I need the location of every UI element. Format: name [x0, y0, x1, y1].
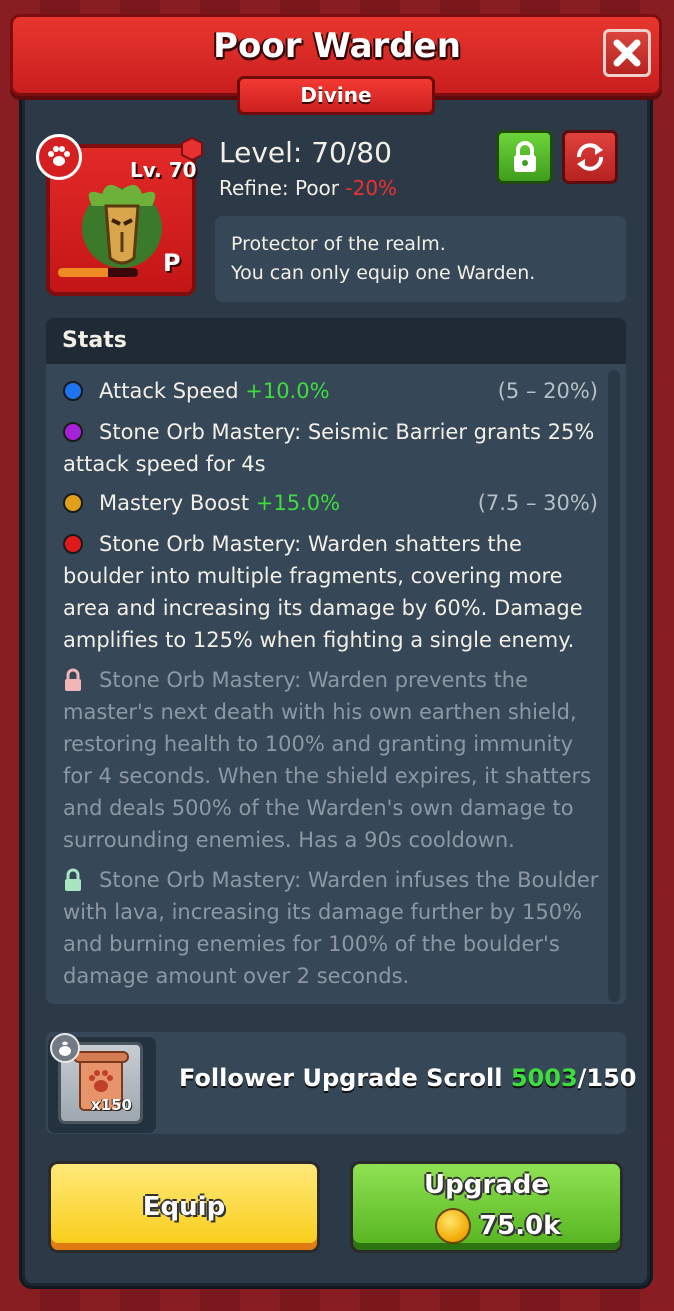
page-title: Poor Warden — [213, 26, 461, 66]
stat-label: Attack Speed — [99, 379, 239, 403]
equip-button[interactable]: Equip — [48, 1161, 320, 1253]
reroll-button[interactable] — [562, 130, 618, 184]
refine-value: -20% — [345, 176, 398, 200]
description-line: Protector of the realm. — [231, 233, 446, 255]
description-line: You can only equip one Warden. — [231, 262, 536, 284]
portrait-level: Lv. 70 — [130, 158, 197, 182]
warden-icon — [82, 184, 162, 268]
scroll-name: Follower Upgrade Scroll — [179, 1064, 503, 1092]
stat-range: (5 – 20%) — [497, 379, 598, 403]
stat-row: Stone Orb Mastery: Warden shatters the b… — [63, 528, 608, 656]
close-icon — [613, 39, 641, 67]
bag-icon — [59, 1041, 71, 1056]
stat-value: +15.0% — [255, 491, 341, 515]
stats-list[interactable]: Attack Speed +10.0% (5 – 20%) Stone Orb … — [46, 364, 626, 1004]
scroll-label: Follower Upgrade Scroll 5003/150 — [179, 1064, 637, 1092]
follower-type-badge — [36, 134, 82, 180]
locked-stat-row: Stone Orb Mastery: Warden prevents the m… — [63, 664, 608, 856]
lock-icon — [513, 141, 536, 172]
upgrade-cost-value: 75.0k — [479, 1211, 561, 1241]
stat-range: (7.5 – 30%) — [477, 491, 598, 515]
stat-text: Stone Orb Mastery: Warden shatters the b… — [63, 532, 583, 652]
coin-icon — [435, 1208, 471, 1244]
xp-bar-fill — [58, 268, 108, 277]
upgrade-button[interactable]: Upgrade 75.0k — [350, 1161, 623, 1253]
portrait-grade: P — [163, 249, 181, 277]
upgrade-cost: 75.0k — [435, 1208, 560, 1244]
stat-dot-icon — [63, 381, 83, 401]
rarity-badge: Divine — [237, 76, 435, 115]
inventory-badge — [50, 1033, 80, 1063]
stat-row: Attack Speed +10.0% (5 – 20%) — [63, 375, 608, 407]
level-text: Level: 70/80 — [219, 136, 392, 169]
refine-label: Refine: Poor — [219, 176, 340, 200]
locked-stat-row: Stone Orb Mastery: Warden infuses the Bo… — [63, 864, 608, 992]
scroll-required: /150 — [577, 1064, 637, 1092]
stat-text: Stone Orb Mastery: Seismic Barrier grant… — [63, 420, 595, 476]
stat-row: Stone Orb Mastery: Seismic Barrier grant… — [63, 416, 608, 480]
stat-dot-icon — [63, 534, 83, 554]
refresh-icon — [577, 143, 603, 171]
upgrade-label: Upgrade — [424, 1170, 549, 1200]
stat-value: +10.0% — [245, 379, 330, 403]
xp-bar — [58, 268, 138, 277]
stat-text: Stone Orb Mastery: Warden infuses the Bo… — [63, 868, 599, 988]
refine-text: Refine: Poor -20% — [219, 176, 397, 200]
scroll-owned: 5003 — [510, 1064, 578, 1092]
stats-scrollbar[interactable] — [608, 370, 620, 1002]
close-button[interactable] — [603, 29, 651, 77]
scroll-required-count: x150 — [91, 1096, 132, 1114]
paw-icon — [48, 146, 70, 166]
stat-dot-icon — [63, 493, 83, 513]
stats-heading: Stats — [46, 318, 626, 364]
lock-button[interactable] — [496, 130, 553, 184]
stat-dot-icon — [63, 422, 83, 442]
stat-text: Stone Orb Mastery: Warden prevents the m… — [63, 668, 592, 852]
stat-label: Mastery Boost — [99, 491, 250, 515]
lock-icon — [65, 868, 81, 891]
description-box: Protector of the realm. You can only equ… — [215, 216, 626, 302]
stat-row: Mastery Boost +15.0% (7.5 – 30%) — [63, 487, 608, 519]
lock-icon — [65, 668, 81, 691]
